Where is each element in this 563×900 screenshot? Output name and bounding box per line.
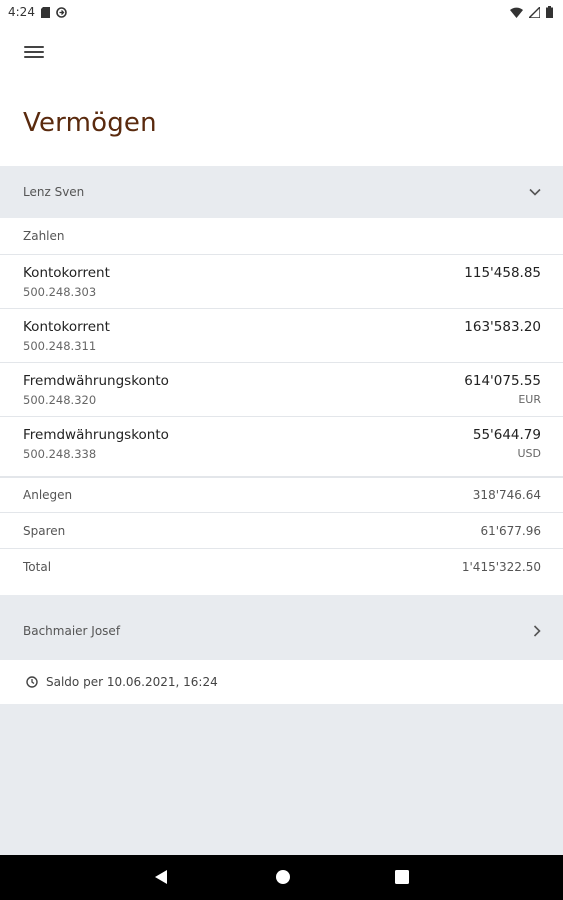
account-amount: 55'644.79: [472, 427, 541, 443]
summary-row-sparen[interactable]: Sparen 61'677.96: [0, 513, 563, 549]
account-currency: USD: [517, 447, 541, 460]
account-row[interactable]: Kontokorrent 500.248.303 115'458.85: [0, 255, 563, 309]
saldo-info: Saldo per 10.06.2021, 16:24: [0, 660, 563, 704]
wifi-icon: [510, 7, 523, 18]
page-title: Vermögen: [23, 108, 157, 138]
account-list: Zahlen Kontokorrent 500.248.303 115'458.…: [0, 218, 563, 595]
summary-value: 61'677.96: [480, 523, 541, 538]
home-icon[interactable]: [275, 869, 291, 885]
clock-icon: [26, 676, 38, 688]
signal-icon: [529, 6, 540, 18]
account-amount: 614'075.55: [464, 373, 541, 389]
status-left: 4:24: [8, 5, 67, 19]
account-name: Kontokorrent: [23, 319, 110, 335]
sd-card-icon: [40, 6, 50, 18]
account-amount: 163'583.20: [464, 319, 541, 335]
account-info: Fremdwährungskonto 500.248.338: [23, 427, 169, 462]
owner-name: Lenz Sven: [23, 185, 85, 199]
summary-value: 318'746.64: [472, 488, 541, 502]
summary-row-total: Total 1'415'322.50: [0, 549, 563, 595]
summary-row-anlegen[interactable]: Anlegen 318'746.64: [0, 477, 563, 513]
sync-icon: [56, 6, 67, 18]
account-balance: 55'644.79 USD: [473, 427, 541, 462]
battery-icon: [546, 6, 553, 18]
account-number: 500.248.311: [23, 339, 97, 353]
account-name: Kontokorrent: [23, 265, 110, 281]
account-amount: 115'458.85: [464, 265, 541, 281]
account-row[interactable]: Fremdwährungskonto 500.248.320 614'075.5…: [0, 363, 563, 417]
menu-line: [24, 56, 44, 58]
section-label: Zahlen: [0, 218, 563, 255]
back-icon[interactable]: [154, 869, 168, 885]
chevron-down-icon: [529, 188, 541, 196]
saldo-text: Saldo per 10.06.2021, 16:24: [46, 675, 218, 689]
navigation-bar: [0, 855, 563, 900]
recents-icon[interactable]: [395, 869, 409, 885]
menu-line: [24, 51, 44, 53]
status-right: [510, 6, 553, 18]
summary-label: Sparen: [23, 523, 66, 538]
status-bar: 4:24: [0, 0, 563, 24]
chevron-right-icon: [533, 624, 541, 637]
status-time: 4:24: [8, 5, 35, 19]
account-number: 500.248.320: [23, 393, 97, 407]
account-name: Fremdwährungskonto: [23, 373, 169, 389]
summary-label: Total: [23, 560, 52, 574]
account-number: 500.248.303: [23, 285, 97, 299]
menu-icon[interactable]: [24, 44, 44, 60]
summary-label: Anlegen: [23, 488, 73, 502]
menu-line: [24, 46, 44, 48]
app-header: Vermögen: [0, 24, 563, 166]
owner-row-collapsed[interactable]: Bachmaier Josef: [0, 601, 563, 660]
owner-row-expanded[interactable]: Lenz Sven: [0, 166, 563, 218]
account-info: Kontokorrent 500.248.303: [23, 265, 110, 300]
account-info: Kontokorrent 500.248.311: [23, 319, 110, 354]
account-balance: 115'458.85: [464, 265, 541, 282]
account-name: Fremdwährungskonto: [23, 427, 169, 443]
account-info: Fremdwährungskonto 500.248.320: [23, 373, 169, 408]
account-row[interactable]: Kontokorrent 500.248.311 163'583.20: [0, 309, 563, 363]
owner-name: Bachmaier Josef: [23, 623, 121, 638]
summary-value: 1'415'322.50: [461, 560, 541, 574]
account-currency: EUR: [518, 393, 541, 406]
account-row[interactable]: Fremdwährungskonto 500.248.338 55'644.79…: [0, 417, 563, 477]
account-balance: 614'075.55 EUR: [464, 373, 541, 408]
account-number: 500.248.338: [23, 447, 97, 461]
account-balance: 163'583.20: [464, 319, 541, 336]
